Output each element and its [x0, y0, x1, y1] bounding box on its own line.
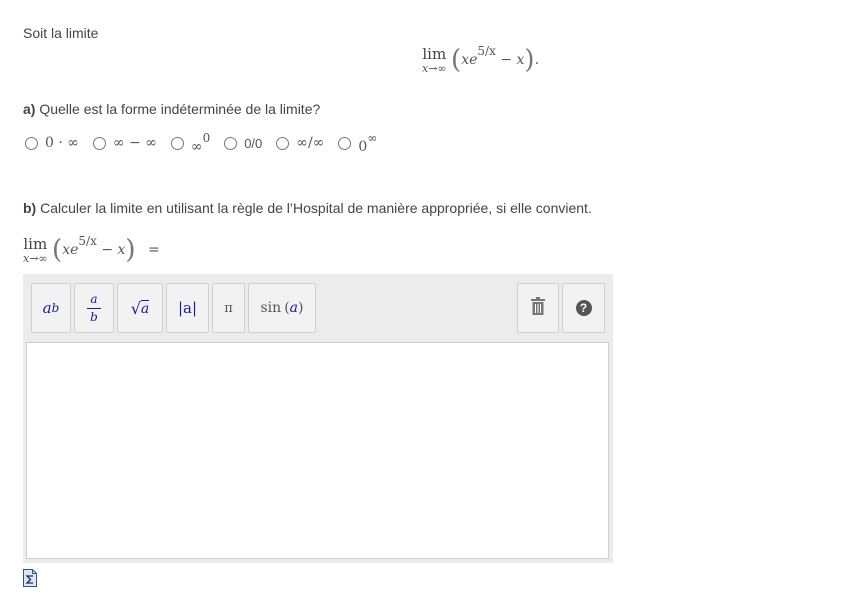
question-b-label: b) — [23, 200, 37, 216]
math-editor: ab a b √ a |a| π sin(a) ? — [23, 274, 613, 563]
sigma-document-icon[interactable] — [23, 569, 37, 590]
abs-button[interactable]: |a| — [166, 283, 209, 333]
option-zero-over-zero[interactable]: 0/0 — [224, 136, 262, 151]
equals-sign: = — [148, 242, 160, 258]
question-a-label: a) — [23, 101, 36, 117]
lim-operator: lim x→∞ — [422, 44, 447, 75]
sin-button[interactable]: sin(a) — [248, 283, 316, 333]
form-options: 0 · ∞ ∞ − ∞ ∞0 0/0 ∞/∞ 0∞ — [25, 131, 391, 155]
fraction-bar — [87, 307, 101, 309]
answer-limit-expression: lim x→∞ (xe5/x − x) = — [23, 234, 160, 265]
trash-icon — [531, 297, 545, 319]
lim-operator: lim x→∞ — [23, 234, 48, 265]
minus-sign: − — [500, 52, 513, 68]
exponent: 5/x — [477, 44, 496, 58]
option-inf-pow-zero[interactable]: ∞0 — [170, 131, 210, 155]
right-paren: ) — [524, 45, 535, 75]
left-paren: ( — [451, 45, 462, 75]
fraction-button[interactable]: a b — [74, 283, 114, 333]
option-inf-minus-inf[interactable]: ∞ − ∞ — [92, 135, 157, 151]
answer-input-area[interactable] — [26, 342, 609, 559]
limit-expression: lim x→∞ (xe5/x − x). — [422, 44, 539, 75]
radio-circle[interactable] — [276, 136, 290, 150]
pi-button[interactable]: π — [212, 283, 245, 333]
lim-word: lim — [422, 44, 447, 63]
sqrt-button[interactable]: √ a — [117, 283, 163, 333]
question-b-text: Calculer la limite en utilisant la règle… — [40, 200, 592, 216]
period: . — [534, 52, 540, 68]
delete-button[interactable] — [517, 283, 559, 333]
option-zero-times-inf[interactable]: 0 · ∞ — [25, 135, 79, 151]
help-button[interactable]: ? — [562, 283, 605, 333]
radio-circle[interactable] — [170, 136, 184, 150]
option-inf-over-inf[interactable]: ∞/∞ — [276, 135, 324, 151]
help-icon: ? — [575, 300, 592, 316]
power-button[interactable]: ab — [31, 283, 71, 333]
question-a: a) Quelle est la forme indéterminée de l… — [23, 101, 320, 117]
option-zero-pow-inf[interactable]: 0∞ — [338, 131, 377, 155]
question-a-text: Quelle est la forme indéterminée de la l… — [39, 101, 321, 117]
question-b: b) Calculer la limite en utilisant la rè… — [23, 200, 592, 216]
radio-circle[interactable] — [92, 136, 106, 150]
lim-subscript: x→∞ — [422, 61, 447, 75]
var-x: x — [461, 52, 470, 68]
radio-circle[interactable] — [224, 136, 238, 150]
intro-text: Soit la limite — [23, 25, 99, 41]
radio-circle[interactable] — [25, 136, 38, 150]
radio-circle[interactable] — [338, 136, 352, 150]
